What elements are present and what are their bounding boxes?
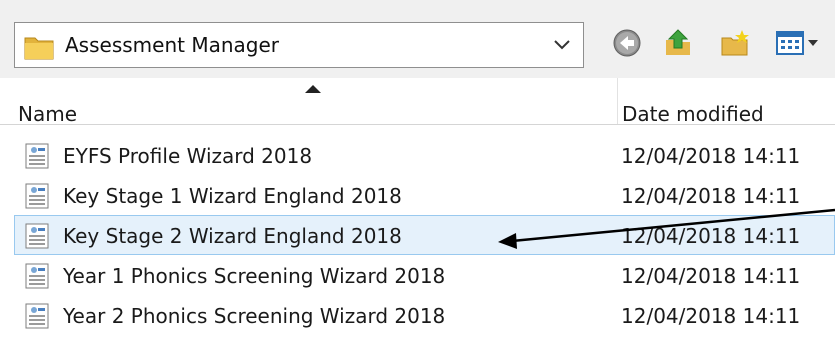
column-header-date-label: Date modified <box>622 102 764 126</box>
sort-ascending-icon <box>305 85 321 93</box>
settings-file-icon <box>25 143 49 169</box>
settings-file-icon <box>25 263 49 289</box>
file-row[interactable]: Year 1 Phonics Screening Wizard 2018 12/… <box>14 255 835 295</box>
look-in-dropdown[interactable]: Assessment Manager <box>14 22 584 68</box>
file-row[interactable]: Year 2 Phonics Screening Wizard 2018 12/… <box>14 295 835 335</box>
up-folder-icon[interactable] <box>663 28 693 58</box>
file-row[interactable]: EYFS Profile Wizard 2018 12/04/2018 14:1… <box>14 135 835 175</box>
column-header-date-modified[interactable]: Date modified <box>618 78 835 126</box>
file-name: EYFS Profile Wizard 2018 <box>63 144 313 168</box>
file-name: Year 1 Phonics Screening Wizard 2018 <box>63 264 446 288</box>
settings-file-icon <box>25 223 49 249</box>
chevron-down-icon[interactable] <box>553 38 571 52</box>
column-header-name-label: Name <box>18 102 78 126</box>
file-date: 12/04/2018 14:11 <box>621 184 801 208</box>
file-name: Year 2 Phonics Screening Wizard 2018 <box>63 304 446 328</box>
file-name: Key Stage 2 Wizard England 2018 <box>63 224 402 248</box>
column-header-name[interactable]: Name <box>14 78 618 126</box>
settings-file-icon <box>25 303 49 329</box>
view-menu-icon[interactable] <box>775 28 821 58</box>
settings-file-icon <box>25 183 49 209</box>
file-dialog-toolbar: Assessment Manager <box>0 0 835 78</box>
file-list: EYFS Profile Wizard 2018 12/04/2018 14:1… <box>14 135 835 335</box>
file-date: 12/04/2018 14:11 <box>621 224 801 248</box>
look-in-value: Assessment Manager <box>65 33 279 57</box>
back-icon[interactable] <box>612 28 642 58</box>
file-date: 12/04/2018 14:11 <box>621 304 801 328</box>
folder-icon <box>24 37 54 60</box>
file-row-selected[interactable]: Key Stage 2 Wizard England 2018 12/04/20… <box>14 215 835 255</box>
file-name: Key Stage 1 Wizard England 2018 <box>63 184 402 208</box>
file-date: 12/04/2018 14:11 <box>621 264 801 288</box>
column-header: Name Date modified <box>0 78 835 126</box>
new-folder-icon[interactable] <box>720 28 750 58</box>
file-date: 12/04/2018 14:11 <box>621 144 801 168</box>
file-row[interactable]: Key Stage 1 Wizard England 2018 12/04/20… <box>14 175 835 215</box>
